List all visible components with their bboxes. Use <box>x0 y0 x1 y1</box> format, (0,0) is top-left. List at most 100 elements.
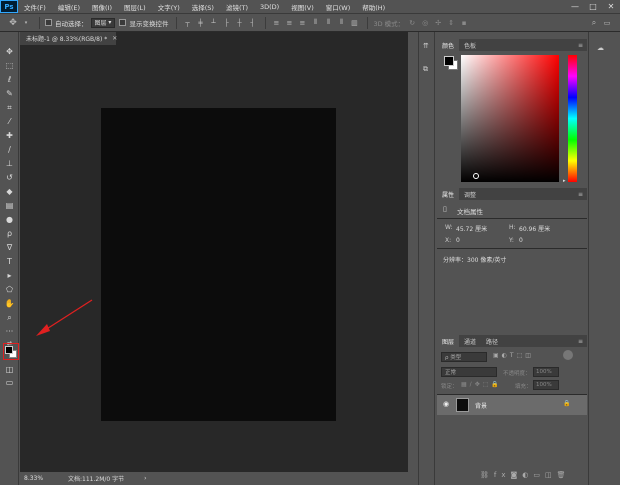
width-value[interactable]: 45.72 厘米 <box>456 224 487 233</box>
chevron-right-icon[interactable]: › <box>144 475 146 482</box>
distribute-hcenter-icon[interactable]: ⫴ <box>323 18 333 28</box>
adjustment-layer-icon[interactable]: ◐ <box>522 471 533 479</box>
path-select-icon[interactable]: ▸ <box>2 270 17 281</box>
panel-menu-icon[interactable]: ≡ <box>578 335 583 347</box>
lock-icon[interactable]: 🔒 <box>563 400 570 407</box>
blend-mode-dropdown[interactable]: 正常 <box>441 367 497 377</box>
3d-roll-icon[interactable]: ◎ <box>420 18 430 28</box>
menu-image[interactable]: 图像(I) <box>86 2 118 12</box>
tab-adjustments[interactable]: 调整 <box>459 188 481 200</box>
color-picker-marker[interactable] <box>473 173 479 179</box>
add-mask-icon[interactable]: ◙ <box>511 471 523 479</box>
align-bottom-icon[interactable]: ┴ <box>208 18 218 28</box>
menu-view[interactable]: 视图(V) <box>285 2 320 12</box>
document-tab[interactable]: 未标题-1 @ 8.33%(RGB/8) * ✕ <box>20 32 117 45</box>
color-field[interactable] <box>461 55 559 182</box>
filter-toggle-icon[interactable] <box>563 350 573 360</box>
align-right-icon[interactable]: ┤ <box>247 18 257 28</box>
pen-icon[interactable]: ∇ <box>2 242 17 253</box>
lock-icons[interactable]: ▦∕✥⬚🔒 <box>461 381 502 388</box>
eye-icon[interactable]: ◉ <box>443 400 449 408</box>
link-layers-icon[interactable]: ⛓ <box>480 471 494 479</box>
new-group-icon[interactable]: ▭ <box>533 471 545 479</box>
dodge-icon[interactable]: ρ <box>2 228 17 239</box>
close-button[interactable]: ✕ <box>602 0 620 13</box>
move-tool-icon[interactable]: ✥ <box>8 18 18 28</box>
menu-select[interactable]: 选择(S) <box>186 2 220 12</box>
document-canvas[interactable] <box>101 108 336 421</box>
new-layer-icon[interactable]: ◫ <box>545 471 557 479</box>
marquee-icon[interactable]: ⬚ <box>2 60 17 71</box>
menu-type[interactable]: 文字(Y) <box>152 2 186 12</box>
healing-brush-icon[interactable]: ✚ <box>2 130 17 141</box>
3d-pan-icon[interactable]: ✢ <box>433 18 443 28</box>
delete-layer-icon[interactable]: 🗑 <box>557 471 571 479</box>
maximize-button[interactable]: □ <box>584 0 602 13</box>
tab-channels[interactable]: 通道 <box>459 335 481 347</box>
layer-filter-icons[interactable]: ▣◐T⬚◫ <box>493 352 534 359</box>
menu-filter[interactable]: 滤镜(T) <box>220 2 254 12</box>
blur-icon[interactable]: ● <box>2 214 17 225</box>
history-icon[interactable]: ⇈ <box>423 42 432 51</box>
distribute-left-icon[interactable]: ⫴ <box>310 18 320 28</box>
tab-properties[interactable]: 属性 <box>437 188 460 200</box>
crop-icon[interactable]: ⌗ <box>2 102 17 113</box>
screen-mode-icon[interactable]: ▭ <box>2 377 17 388</box>
layer-row[interactable]: ◉ 背景 🔒 <box>437 395 587 415</box>
panel-menu-icon[interactable]: ≡ <box>578 188 583 200</box>
show-transform-checkbox[interactable] <box>119 19 127 26</box>
fx-icon[interactable]: fx <box>494 471 511 479</box>
lasso-icon[interactable]: ℓ <box>2 74 17 85</box>
eraser-icon[interactable]: ◆ <box>2 186 17 197</box>
layer-comps-icon[interactable]: ⧉ <box>423 65 432 74</box>
layer-name[interactable]: 背景 <box>475 401 487 410</box>
distribute-bottom-icon[interactable]: ≡ <box>297 18 307 28</box>
hue-slider[interactable] <box>568 55 577 182</box>
distribute-vcenter-icon[interactable]: ≡ <box>284 18 294 28</box>
panel-menu-icon[interactable]: ≡ <box>578 39 583 51</box>
quick-mask-icon[interactable]: ◫ <box>2 364 17 375</box>
y-value[interactable]: 0 <box>519 237 523 244</box>
tab-swatches[interactable]: 色板 <box>459 39 481 51</box>
3d-slide-icon[interactable]: ⇕ <box>446 18 456 28</box>
hue-slider-handle[interactable]: ▸ <box>563 178 566 184</box>
3d-rotate-icon[interactable]: ↻ <box>407 18 417 28</box>
brush-icon[interactable]: ∕ <box>2 144 17 155</box>
hand-icon[interactable]: ✋ <box>2 298 17 309</box>
history-brush-icon[interactable]: ↺ <box>2 172 17 183</box>
distribute-top-icon[interactable]: ≡ <box>271 18 281 28</box>
align-hcenter-icon[interactable]: ┼ <box>234 18 244 28</box>
search-icon[interactable]: ⌕ <box>589 18 599 28</box>
quick-select-icon[interactable]: ✎ <box>2 88 17 99</box>
align-vcenter-icon[interactable]: ╪ <box>195 18 205 28</box>
type-icon[interactable]: T <box>2 256 17 267</box>
libraries-icon[interactable]: ☁ <box>597 44 604 52</box>
menu-3d[interactable]: 3D(D) <box>254 3 285 11</box>
align-left-icon[interactable]: ├ <box>221 18 231 28</box>
menu-edit[interactable]: 编辑(E) <box>52 2 86 12</box>
align-top-icon[interactable]: ┬ <box>182 18 192 28</box>
clone-stamp-icon[interactable]: ⊥ <box>2 158 17 169</box>
close-icon[interactable]: ✕ <box>112 35 117 42</box>
workspace-icon[interactable]: ▭ <box>602 18 612 28</box>
auto-select-checkbox[interactable] <box>45 19 52 26</box>
tab-layers[interactable]: 图层 <box>437 335 460 347</box>
foreground-color-swatch[interactable] <box>5 346 13 354</box>
more-tools-icon[interactable]: ··· <box>2 326 17 337</box>
x-value[interactable]: 0 <box>456 237 460 244</box>
menu-layer[interactable]: 图层(L) <box>118 2 152 12</box>
tab-color[interactable]: 颜色 <box>437 39 460 51</box>
zoom-icon[interactable]: ⌕ <box>2 312 17 323</box>
menu-window[interactable]: 窗口(W) <box>320 2 357 12</box>
eyedropper-icon[interactable]: ⁄ <box>2 116 17 127</box>
height-value[interactable]: 60.96 厘米 <box>519 224 550 233</box>
chevron-down-icon[interactable]: ▾ <box>21 18 31 28</box>
color-foreground-swatch[interactable] <box>444 56 454 66</box>
auto-align-icon[interactable]: ▥ <box>349 18 359 28</box>
tab-paths[interactable]: 路径 <box>481 335 503 347</box>
shape-icon[interactable]: ⬠ <box>2 284 17 295</box>
fill-input[interactable]: 100% <box>533 380 559 390</box>
move-icon[interactable]: ✥ <box>2 46 17 57</box>
3d-scale-icon[interactable]: ▪ <box>459 18 469 28</box>
gradient-icon[interactable]: ▤ <box>2 200 17 211</box>
